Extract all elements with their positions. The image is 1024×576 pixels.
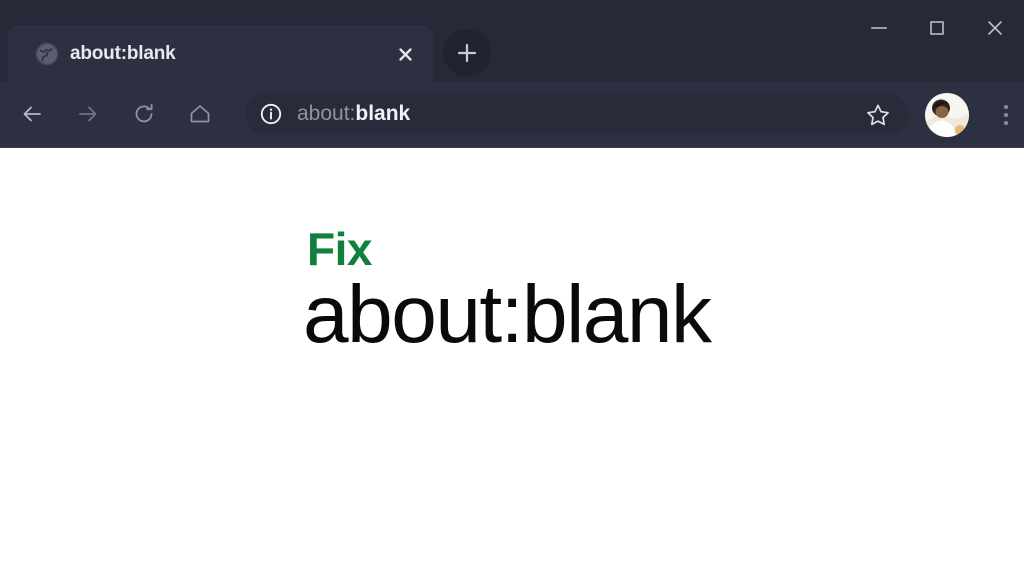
bookmark-star-icon[interactable] [860,97,896,133]
title-bar: about:blank [0,0,1024,82]
menu-dot [1004,113,1008,117]
globe-icon [34,41,60,67]
menu-dot [1004,105,1008,109]
tab-title: about:blank [70,43,176,64]
tab-about-blank[interactable]: about:blank [0,25,447,82]
page-title: about:blank [303,269,712,360]
page-kicker: Fix [307,223,372,275]
back-arrow-icon[interactable] [13,95,51,133]
reload-icon[interactable] [125,95,163,133]
menu-dot [1004,121,1008,125]
minimize-icon[interactable] [850,0,908,56]
address-host: blank [355,102,411,125]
address-scheme: about: [297,102,356,125]
new-tab-button[interactable] [443,29,491,77]
plus-icon [457,43,477,63]
browser-window: about:blank about:blank Fix about:blank [0,0,1024,576]
address-bar[interactable]: about:blank [245,93,909,135]
tab-curve-right [433,68,447,82]
home-icon[interactable] [181,95,219,133]
forward-arrow-icon[interactable] [69,95,107,133]
window-controls [850,0,1024,56]
tab-strip: about:blank [0,0,800,82]
page-content: Fix about:blank [0,148,1024,576]
overflow-menu-icon[interactable] [992,97,1020,133]
close-icon[interactable] [391,40,419,68]
info-circle-icon[interactable] [259,102,283,126]
maximize-icon[interactable] [908,0,966,56]
avatar[interactable] [925,93,969,137]
address-bar-text: about:blank [297,93,410,135]
close-window-icon[interactable] [966,0,1024,56]
tab-curve-left [0,68,8,82]
